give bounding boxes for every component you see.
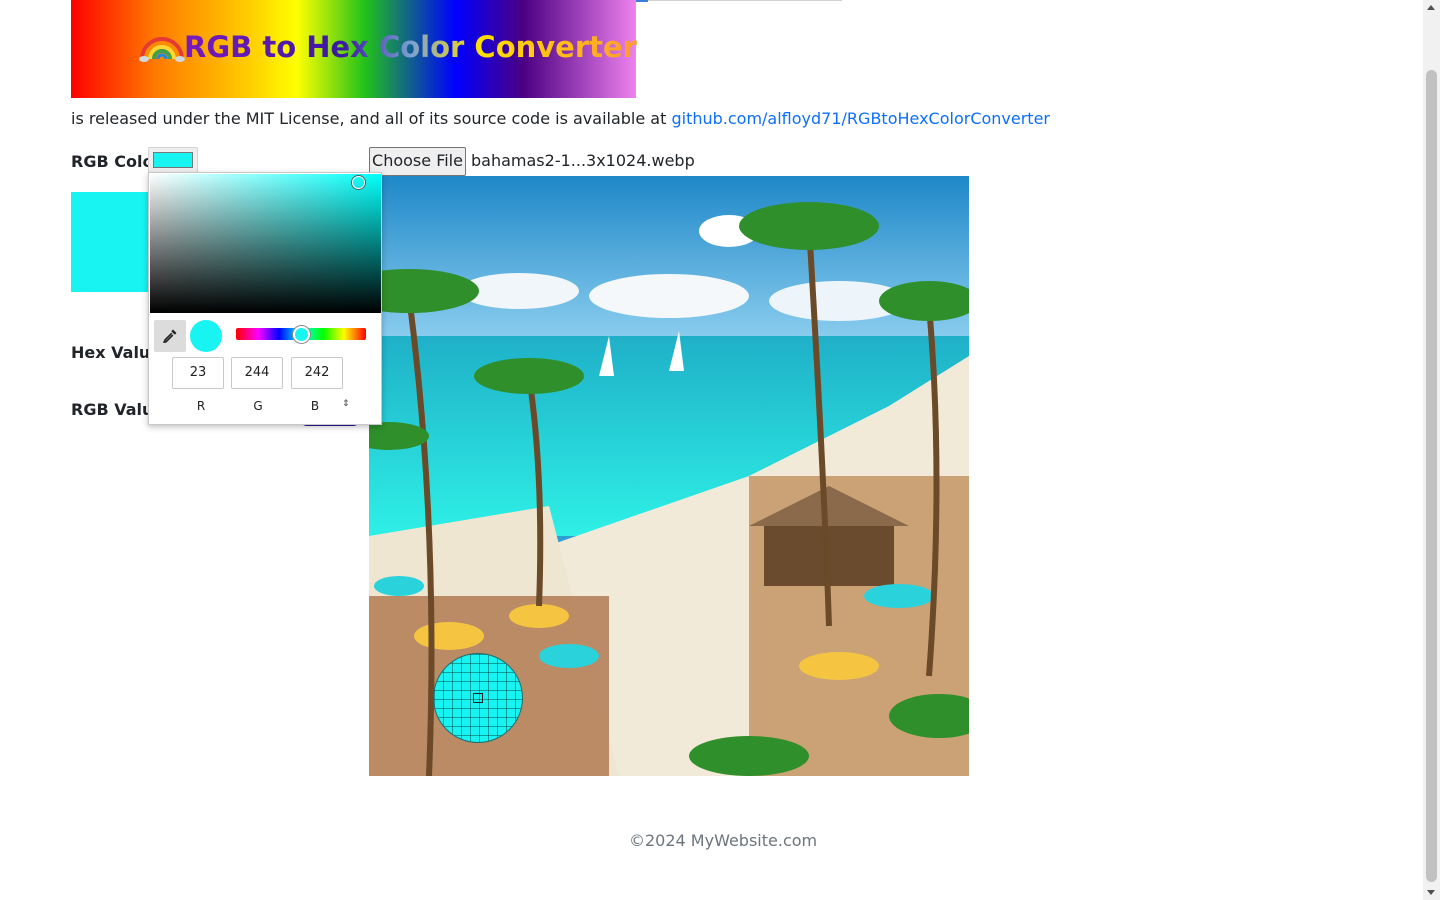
color-input-swatch: [153, 152, 193, 168]
scroll-up-arrow-icon[interactable]: [1427, 5, 1435, 10]
footer-copyright: ©2024 MyWebsite.com: [629, 831, 818, 850]
blue-input[interactable]: 242: [291, 357, 343, 389]
choose-file-button[interactable]: Choose File: [369, 147, 466, 176]
saturation-value-area[interactable]: [150, 174, 381, 313]
rainbow-icon: [139, 37, 185, 62]
red-input[interactable]: 23: [172, 357, 224, 389]
file-name: bahamas2-1...3x1024.webp: [471, 151, 695, 170]
scroll-down-arrow-icon[interactable]: [1427, 890, 1435, 895]
page-scrollbar[interactable]: [1423, 0, 1440, 900]
color-input[interactable]: [148, 147, 198, 175]
eyedropper-icon: [162, 329, 177, 343]
page-title: RGB to Hex Color Converter: [184, 30, 637, 64]
top-divider: [648, 0, 842, 1]
license-statement: is released under the MIT License, and a…: [71, 109, 672, 128]
blue-label: B: [310, 399, 320, 413]
saturation-handle[interactable]: [352, 176, 365, 189]
current-color-dot: [190, 320, 222, 352]
license-text: is released under the MIT License, and a…: [71, 109, 1050, 128]
eyedropper-button[interactable]: [154, 320, 186, 352]
green-input[interactable]: 244: [231, 357, 283, 389]
mode-switch-icon[interactable]: ⇕: [342, 399, 350, 409]
green-label: G: [253, 399, 263, 413]
color-picker-popup: 23 244 242 R G B ⇕: [148, 172, 382, 425]
loupe-center-pixel: [473, 693, 483, 703]
header-banner: RGB to Hex Color Converter: [71, 0, 637, 98]
hue-slider-handle[interactable]: [293, 326, 310, 343]
scrollbar-thumb[interactable]: [1426, 70, 1437, 882]
red-label: R: [196, 399, 206, 413]
color-loupe: [433, 653, 523, 743]
github-link[interactable]: github.com/alfloyd71/RGBtoHexColorConver…: [671, 109, 1050, 128]
